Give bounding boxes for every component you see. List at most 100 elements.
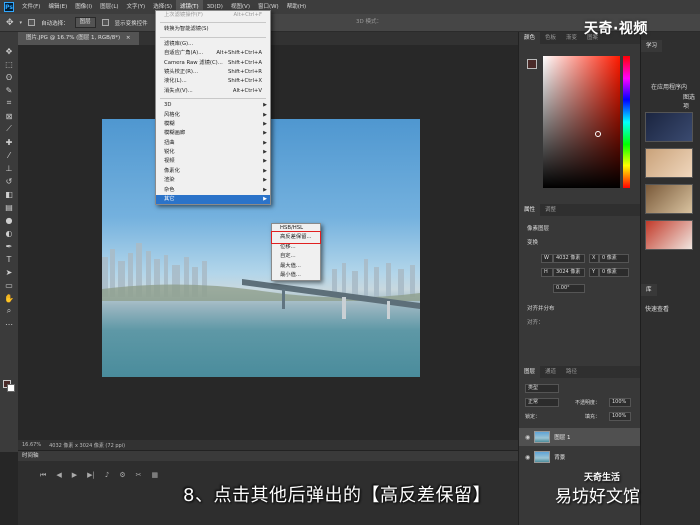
next-frame-icon[interactable]: ▶|: [87, 471, 95, 480]
transition-icon[interactable]: ▦: [151, 471, 158, 480]
menu-item[interactable]: 视频 ▶: [156, 157, 270, 166]
menu-item[interactable]: 自适应广角(A)... Alt+Shift+Ctrl+A: [156, 49, 270, 58]
pen-tool-icon[interactable]: ✒: [3, 241, 15, 252]
rectangle-tool-icon[interactable]: ▭: [3, 280, 15, 291]
tab-learn[interactable]: 学习: [641, 40, 663, 52]
tutorial-thumbnail[interactable]: [645, 112, 693, 142]
blend-mode-dropdown[interactable]: 正常: [525, 398, 559, 407]
menu-item[interactable]: 风格化 ▶: [156, 111, 270, 120]
height-field[interactable]: 3024 像素: [553, 268, 585, 277]
menu-type[interactable]: 文字(Y): [123, 0, 150, 14]
opacity-field[interactable]: 100%: [609, 398, 631, 407]
menu-item[interactable]: 锐化 ▶: [156, 148, 270, 157]
hand-tool-icon[interactable]: ✋: [3, 293, 15, 304]
menu-file[interactable]: 文件(F): [18, 0, 44, 14]
tutorial-thumbnail[interactable]: [645, 184, 693, 214]
clone-stamp-tool-icon[interactable]: ⊥: [3, 163, 15, 174]
move-tool-icon[interactable]: ✥: [3, 46, 15, 57]
crop-tool-icon[interactable]: ⌗: [3, 98, 15, 109]
tab-libraries[interactable]: 库: [641, 284, 657, 296]
menu-item[interactable]: 3D ▶: [156, 101, 270, 110]
tab-adjustments[interactable]: 调整: [540, 204, 561, 216]
tab-properties[interactable]: 属性: [519, 204, 541, 216]
menu-item[interactable]: 自定...: [272, 252, 320, 261]
history-brush-tool-icon[interactable]: ↺: [3, 176, 15, 187]
frame-tool-icon[interactable]: ⊠: [3, 111, 15, 122]
align-section-title[interactable]: 对齐并分布: [519, 304, 641, 312]
dodge-tool-icon[interactable]: ◐: [3, 228, 15, 239]
split-icon[interactable]: ✂: [136, 471, 142, 480]
layer-filter-dropdown[interactable]: 类型: [525, 384, 559, 393]
prev-frame-icon[interactable]: ◀: [56, 471, 61, 480]
color-picker-cursor[interactable]: [595, 131, 601, 137]
background-color-swatch[interactable]: [7, 384, 15, 392]
quick-select-tool-icon[interactable]: ✎: [3, 85, 15, 96]
tab-gradients[interactable]: 渐变: [561, 32, 582, 44]
menu-item[interactable]: 镜头校正(R)... Shift+Ctrl+R: [156, 68, 270, 77]
tutorial-thumbnail[interactable]: [645, 220, 693, 250]
menu-help[interactable]: 帮助(H): [283, 0, 310, 14]
menu-item[interactable]: 杂色 ▶: [156, 186, 270, 195]
blur-tool-icon[interactable]: ●: [3, 215, 15, 226]
y-field[interactable]: 0 像素: [599, 268, 629, 277]
menu-item[interactable]: 其它 ▶: [156, 195, 270, 205]
current-color-swatch[interactable]: [527, 59, 537, 69]
menu-item[interactable]: 像素化 ▶: [156, 167, 270, 176]
menu-item[interactable]: 最小值...: [272, 271, 320, 280]
tab-color[interactable]: 颜色: [519, 32, 541, 44]
audio-icon[interactable]: ♪: [105, 471, 109, 480]
menu-item[interactable]: 位移...: [272, 243, 320, 252]
zoom-level[interactable]: 16.67%: [22, 442, 41, 448]
move-tool-icon[interactable]: ✥: [6, 18, 14, 28]
zoom-tool-icon[interactable]: ⌕: [3, 306, 15, 317]
color-picker-field[interactable]: [543, 56, 620, 188]
quick-view-dropdown[interactable]: 快速查看: [645, 304, 669, 313]
auto-select-dropdown[interactable]: 图层: [74, 17, 96, 28]
more-tools-icon[interactable]: ⋯: [3, 319, 15, 330]
layer-row[interactable]: ◉ 图层 1: [519, 428, 641, 446]
tutorial-thumbnail[interactable]: [645, 148, 693, 178]
menu-item[interactable]: 消失点(V)... Alt+Ctrl+V: [156, 87, 270, 96]
menu-item[interactable]: 转换为智能滤镜(S): [156, 25, 270, 34]
tab-layers[interactable]: 图层: [519, 366, 541, 378]
menu-item[interactable]: 滤镜库(G)...: [156, 40, 270, 49]
layer-row[interactable]: ◉ 背景: [519, 448, 641, 466]
tab-paths[interactable]: 路径: [561, 366, 582, 378]
fill-field[interactable]: 100%: [609, 412, 631, 421]
chevron-down-icon[interactable]: ▾: [20, 20, 23, 26]
lasso-tool-icon[interactable]: ʘ: [3, 72, 15, 83]
menu-item[interactable]: Camera Raw 滤镜(C)... Shift+Ctrl+A: [156, 59, 270, 68]
path-select-tool-icon[interactable]: ➤: [3, 267, 15, 278]
first-frame-icon[interactable]: ⏮: [40, 471, 46, 480]
menu-image[interactable]: 图像(I): [71, 0, 96, 14]
angle-field[interactable]: 0.00°: [553, 284, 585, 293]
marquee-tool-icon[interactable]: ⬚: [3, 59, 15, 70]
eye-icon[interactable]: ◉: [525, 454, 530, 461]
brush-tool-icon[interactable]: ⁄: [3, 150, 15, 161]
tab-channels[interactable]: 通道: [540, 366, 561, 378]
close-icon[interactable]: ×: [126, 35, 131, 41]
tab-swatches[interactable]: 色板: [540, 32, 561, 44]
auto-select-checkbox[interactable]: [28, 19, 36, 26]
transform-section-title[interactable]: 变换: [519, 238, 641, 246]
menu-item[interactable]: 模糊画廊 ▶: [156, 129, 270, 138]
eyedropper-tool-icon[interactable]: ⟋: [3, 124, 15, 135]
x-field[interactable]: 0 像素: [599, 254, 629, 263]
menu-edit[interactable]: 编辑(E): [44, 0, 71, 14]
gradient-tool-icon[interactable]: ▤: [3, 202, 15, 213]
menu-layer[interactable]: 图层(L): [96, 0, 122, 14]
eraser-tool-icon[interactable]: ◧: [3, 189, 15, 200]
menu-item[interactable]: 扭曲 ▶: [156, 139, 270, 148]
eye-icon[interactable]: ◉: [525, 434, 530, 441]
width-field[interactable]: 4032 像素: [553, 254, 585, 263]
menu-item[interactable]: 渲染 ▶: [156, 176, 270, 185]
healing-brush-tool-icon[interactable]: ✚: [3, 137, 15, 148]
show-transform-checkbox[interactable]: [101, 19, 109, 26]
menu-item[interactable]: 模糊 ▶: [156, 120, 270, 129]
play-icon[interactable]: ▶: [72, 471, 77, 480]
type-tool-icon[interactable]: T: [3, 254, 15, 265]
menu-item[interactable]: 最大值...: [272, 262, 320, 271]
hue-slider[interactable]: [623, 56, 630, 188]
settings-icon[interactable]: ⚙: [119, 471, 125, 480]
menu-item[interactable]: 液化(L)... Shift+Ctrl+X: [156, 77, 270, 86]
